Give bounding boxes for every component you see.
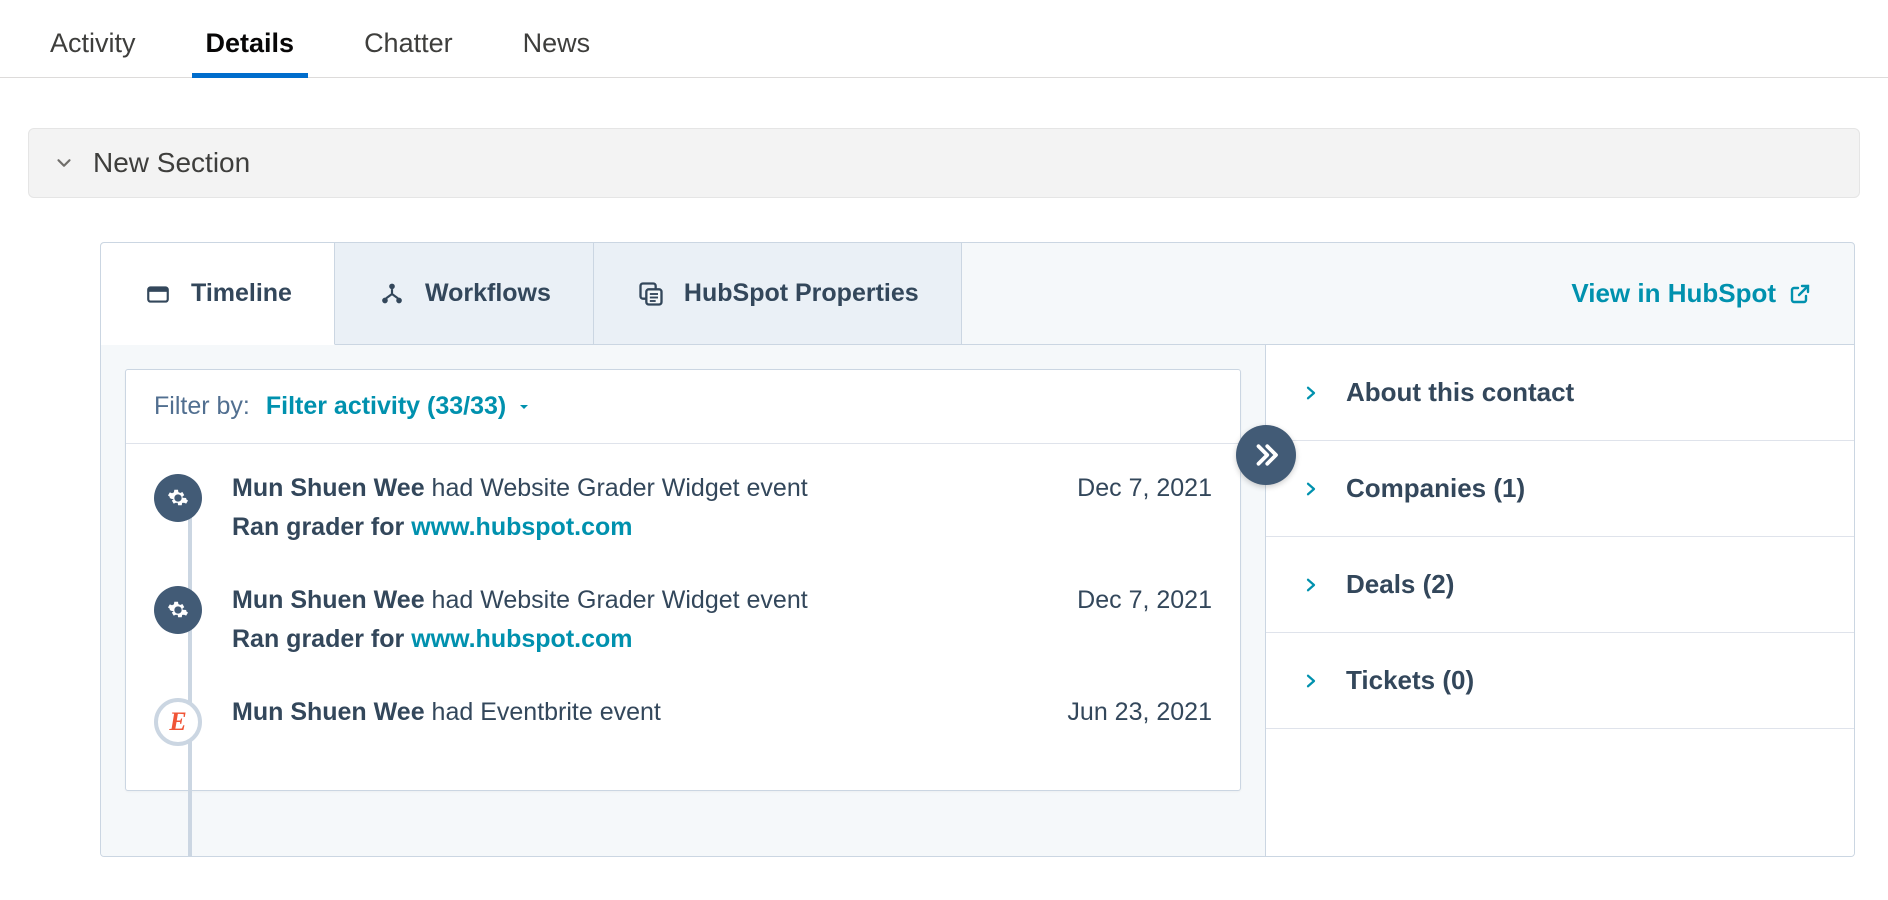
event-line2-prefix: Ran grader for — [232, 513, 411, 541]
view-in-hubspot-label: View in HubSpot — [1571, 278, 1776, 309]
sidebar-item-label: Companies (1) — [1346, 473, 1525, 504]
expand-sidebar-button[interactable] — [1236, 425, 1296, 485]
sidebar-item-tickets[interactable]: Tickets (0) — [1266, 633, 1854, 729]
gear-icon — [154, 586, 202, 634]
tab-chatter[interactable]: Chatter — [364, 28, 453, 77]
hubspot-tab-label: Timeline — [191, 279, 292, 308]
hubspot-tab-label: HubSpot Properties — [684, 279, 919, 308]
sidebar-item-label: About this contact — [1346, 377, 1574, 408]
timeline-events: Mun Shuen Wee had Website Grader Widget … — [126, 444, 1240, 790]
properties-icon — [636, 279, 666, 309]
chevron-right-icon — [1302, 672, 1320, 690]
filter-by-label: Filter by: — [154, 392, 250, 421]
hubspot-widget: Timeline Workflows — [100, 242, 1855, 857]
timeline-event[interactable]: Mun Shuen Wee had Website Grader Widget … — [154, 586, 1212, 698]
filter-head: Filter by: Filter activity (33/33) — [126, 370, 1240, 444]
timeline-pane: Filter by: Filter activity (33/33) — [101, 345, 1266, 856]
event-date: Jun 23, 2021 — [1067, 698, 1212, 727]
gear-icon — [154, 474, 202, 522]
chevron-right-icon — [1302, 480, 1320, 498]
event-tail: had Eventbrite event — [425, 698, 661, 726]
sidebar-item-label: Deals (2) — [1346, 569, 1454, 600]
record-top-tabs: Activity Details Chatter News — [0, 0, 1888, 78]
timeline-event[interactable]: E Mun Shuen Wee had Eventbrite event Jun… — [154, 698, 1212, 790]
hubspot-tab-workflows[interactable]: Workflows — [335, 243, 594, 345]
tab-activity[interactable]: Activity — [50, 28, 136, 77]
double-chevron-right-icon — [1251, 440, 1281, 470]
timeline-icon — [143, 279, 173, 309]
chevron-right-icon — [1302, 384, 1320, 402]
hubspot-tabbar: Timeline Workflows — [101, 243, 1854, 345]
hubspot-tab-timeline[interactable]: Timeline — [101, 243, 335, 345]
section-title: New Section — [93, 147, 250, 179]
view-in-hubspot-link[interactable]: View in HubSpot — [1571, 243, 1854, 345]
timeline-event[interactable]: Mun Shuen Wee had Website Grader Widget … — [154, 474, 1212, 586]
sidebar-item-label: Tickets (0) — [1346, 665, 1474, 696]
timeline-filter-card: Filter by: Filter activity (33/33) — [125, 369, 1241, 791]
sidebar-item-companies[interactable]: Companies (1) — [1266, 441, 1854, 537]
sidebar-item-deals[interactable]: Deals (2) — [1266, 537, 1854, 633]
event-tail: had Website Grader Widget event — [425, 586, 808, 614]
event-date: Dec 7, 2021 — [1077, 586, 1212, 615]
workflows-icon — [377, 279, 407, 309]
caret-down-icon — [516, 399, 532, 415]
event-line2-prefix: Ran grader for — [232, 625, 411, 653]
sidebar-item-about[interactable]: About this contact — [1266, 345, 1854, 441]
eventbrite-icon: E — [154, 698, 202, 746]
tab-news[interactable]: News — [523, 28, 591, 77]
hubspot-tab-label: Workflows — [425, 279, 551, 308]
event-actor: Mun Shuen Wee — [232, 586, 425, 614]
hubspot-tab-properties[interactable]: HubSpot Properties — [594, 243, 962, 345]
hubspot-sidebar: About this contact Companies (1) Deals (… — [1266, 345, 1854, 856]
external-link-icon — [1788, 282, 1812, 306]
tab-spacer — [962, 243, 1572, 345]
event-tail: had Website Grader Widget event — [425, 474, 808, 502]
event-actor: Mun Shuen Wee — [232, 474, 425, 502]
filter-activity-dropdown[interactable]: Filter activity (33/33) — [266, 392, 532, 421]
event-date: Dec 7, 2021 — [1077, 474, 1212, 503]
event-actor: Mun Shuen Wee — [232, 698, 425, 726]
event-link[interactable]: www.hubspot.com — [411, 513, 632, 541]
chevron-right-icon — [1302, 576, 1320, 594]
event-link[interactable]: www.hubspot.com — [411, 625, 632, 653]
section-new-section[interactable]: New Section — [28, 128, 1860, 198]
filter-activity-label: Filter activity (33/33) — [266, 392, 506, 421]
tab-details[interactable]: Details — [206, 28, 295, 77]
chevron-down-icon — [53, 152, 75, 174]
